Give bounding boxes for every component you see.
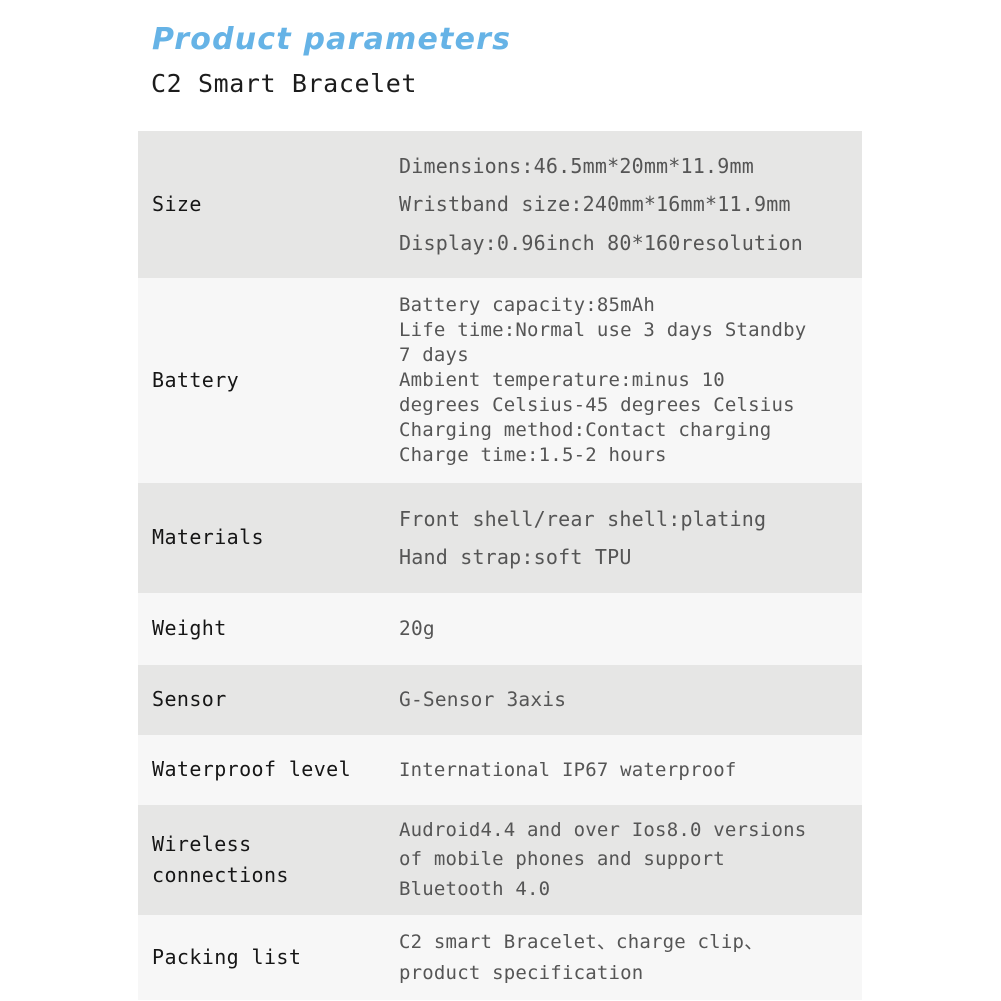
spec-value-materials: Front shell/rear shell:plating Hand stra… [399,500,862,576]
spec-label-line: Packing list [152,944,302,969]
spec-value-line: Ambient temperature:minus 10 [399,368,725,391]
spec-value-line: Battery capacity:85mAh [399,293,656,316]
spec-value-line: Dimensions:46.5mm*20mm*11.9mm [399,153,754,178]
spec-value-weight: 20g [399,615,862,644]
spec-value-line: G-Sensor 3axis [399,687,567,711]
spec-value-line: degrees Celsius-45 degrees Celsius [399,394,795,417]
table-row: Weight 20g [138,593,862,665]
page-title: Product parameters [152,22,512,57]
table-row: Packing list C2 smart Bracelet、charge cl… [138,915,862,1000]
spec-label-line: Weight [152,616,227,641]
spec-value-line: Display:0.96inch 80*160resolution [399,230,803,255]
spec-label-packing-list: Packing list [138,943,399,973]
spec-value-line: International IP67 waterproof [399,758,737,781]
spec-label-battery: Battery [138,366,399,396]
spec-value-line: Audroid4.4 and over Ios8.0 versions [399,818,807,841]
table-row: Sensor G-Sensor 3axis [138,665,862,735]
spec-value-line: C2 smart Bracelet、charge clip、 [399,930,764,953]
spec-label-line: Materials [152,525,264,550]
spec-value-packing-list: C2 smart Bracelet、charge clip、 product s… [399,927,862,989]
spec-value-size: Dimensions:46.5mm*20mm*11.9mm Wristband … [399,147,862,263]
spec-value-line: Hand strap:soft TPU [399,545,632,569]
product-parameters-page: Product parameters C2 Smart Bracelet Siz… [0,0,1001,1001]
spec-label-sensor: Sensor [138,685,399,715]
spec-value-line: Life time:Normal use 3 days Standby [399,318,807,341]
specifications-table: Size Dimensions:46.5mm*20mm*11.9mm Wrist… [138,131,862,1000]
spec-label-wireless-connections: Wireless connections [138,829,399,891]
product-name: C2 Smart Bracelet [151,69,418,98]
spec-label-line: Wireless [152,832,252,856]
table-row: Size Dimensions:46.5mm*20mm*11.9mm Wrist… [138,131,862,278]
spec-value-line: Bluetooth 4.0 [399,877,551,900]
spec-value-line: Wristband size:240mm*16mm*11.9mm [399,192,791,217]
table-row: Materials Front shell/rear shell:plating… [138,483,862,593]
table-row: Wireless connections Audroid4.4 and over… [138,805,862,915]
page-header: Product parameters C2 Smart Bracelet [138,0,878,99]
spec-value-battery: Battery capacity:85mAh Life time:Normal … [399,293,862,469]
spec-label-line: Sensor [152,687,227,712]
spec-value-line: Charge time:1.5-2 hours [399,444,667,467]
spec-label-line: Waterproof level [152,757,352,782]
spec-value-line: 20g [399,616,435,640]
spec-value-line: Charging method:Contact charging [399,419,772,442]
spec-value-line: of mobile phones and support [399,848,725,871]
spec-value-wireless-connections: Audroid4.4 and over Ios8.0 versions of m… [399,816,862,905]
spec-label-waterproof-level: Waterproof level [138,755,399,785]
spec-label-line: connections [152,863,289,887]
spec-label-line: Size [152,191,202,216]
spec-value-line: Front shell/rear shell:plating [399,507,767,531]
spec-value-sensor: G-Sensor 3axis [399,686,862,715]
spec-value-waterproof-level: International IP67 waterproof [399,756,862,784]
table-row: Waterproof level International IP67 wate… [138,735,862,805]
spec-label-materials: Materials [138,523,399,553]
spec-value-line: 7 days [399,343,469,366]
spec-label-size: Size [138,190,399,220]
table-row: Battery Battery capacity:85mAh Life time… [138,278,862,483]
spec-label-weight: Weight [138,614,399,644]
spec-label-line: Battery [152,367,240,392]
spec-value-line: product specification [399,961,644,984]
